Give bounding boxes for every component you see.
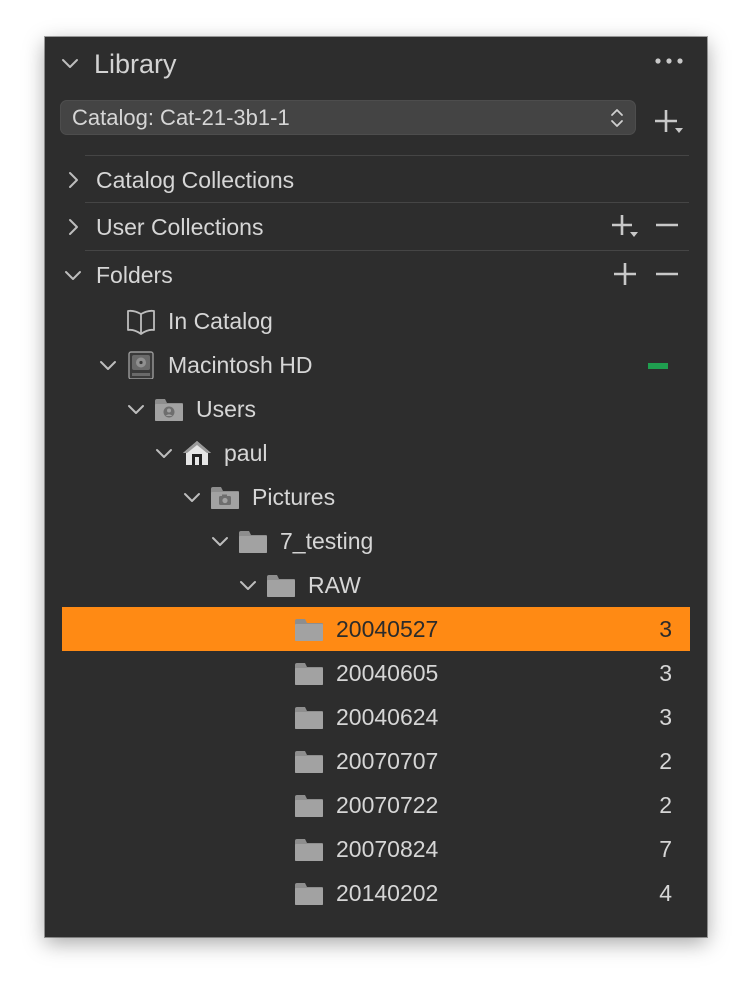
drive-status-indicator bbox=[648, 363, 668, 369]
tree-row[interactable]: 20040605 3 bbox=[62, 651, 690, 695]
folder-icon bbox=[295, 707, 323, 729]
tree-row[interactable]: 20140202 4 bbox=[62, 871, 690, 915]
folder-icon bbox=[295, 795, 323, 817]
add-collection-button[interactable] bbox=[610, 214, 640, 240]
ellipsis-icon[interactable] bbox=[653, 54, 685, 68]
tree-item-label: 20140202 bbox=[336, 880, 439, 906]
tree-item-label: 20070824 bbox=[336, 836, 439, 862]
library-panel: Library Catalog: Cat-21-3b1-1 Catalog Co… bbox=[45, 37, 707, 937]
users-folder-icon bbox=[155, 399, 183, 421]
tree-row[interactable]: 20070707 2 bbox=[62, 739, 690, 783]
chevron-down-icon[interactable] bbox=[183, 488, 201, 506]
remove-collection-button[interactable] bbox=[654, 214, 680, 240]
section-catalog-collections[interactable]: Catalog Collections bbox=[60, 157, 690, 203]
chevron-right-icon[interactable] bbox=[64, 171, 82, 189]
folder-icon bbox=[295, 883, 323, 905]
tree-row[interactable]: 20070824 7 bbox=[62, 827, 690, 871]
section-label: User Collections bbox=[96, 214, 264, 240]
image-count: 3 bbox=[659, 704, 672, 730]
tree-row[interactable]: 7_testing bbox=[62, 519, 690, 563]
chevron-down-icon[interactable] bbox=[239, 576, 257, 594]
tree-item-label: Macintosh HD bbox=[168, 352, 313, 378]
panel-title: Library bbox=[94, 49, 177, 79]
folder-tree: In Catalog Macintosh HD Users paul Pictures 7… bbox=[45, 299, 707, 939]
tree-row[interactable]: 20070722 2 bbox=[62, 783, 690, 827]
tree-row[interactable]: Pictures bbox=[62, 475, 690, 519]
tree-item-label: 20070707 bbox=[336, 748, 439, 774]
tree-row[interactable]: Macintosh HD bbox=[62, 343, 690, 387]
home-icon bbox=[183, 441, 211, 465]
image-count: 3 bbox=[659, 616, 672, 642]
image-count: 2 bbox=[659, 792, 672, 818]
tree-item-label: 20070722 bbox=[336, 792, 439, 818]
chevron-down-icon[interactable] bbox=[99, 356, 117, 374]
tree-item-label: In Catalog bbox=[168, 308, 273, 334]
chevron-down-icon[interactable] bbox=[61, 54, 79, 72]
remove-folder-button[interactable] bbox=[654, 262, 680, 288]
pictures-folder-icon bbox=[211, 487, 239, 509]
tree-item-label: 20040624 bbox=[336, 704, 439, 730]
chevron-right-icon[interactable] bbox=[64, 218, 82, 236]
image-count: 4 bbox=[659, 880, 672, 906]
add-catalog-button[interactable] bbox=[651, 107, 683, 137]
folder-icon bbox=[267, 575, 295, 597]
catalog-select[interactable]: Catalog: Cat-21-3b1-1 bbox=[60, 100, 636, 135]
folder-icon bbox=[295, 663, 323, 685]
tree-row[interactable]: In Catalog bbox=[62, 299, 690, 343]
chevron-down-icon[interactable] bbox=[211, 532, 229, 550]
image-count: 3 bbox=[659, 660, 672, 686]
folder-icon bbox=[295, 839, 323, 861]
add-folder-button[interactable] bbox=[612, 262, 638, 288]
folder-icon bbox=[295, 619, 323, 641]
tree-row[interactable]: RAW bbox=[62, 563, 690, 607]
tree-row[interactable]: 20040624 3 bbox=[62, 695, 690, 739]
section-label: Catalog Collections bbox=[96, 167, 295, 193]
catalog-select-value: Catalog: Cat-21-3b1-1 bbox=[72, 105, 290, 130]
image-count: 2 bbox=[659, 748, 672, 774]
tree-row[interactable]: Users bbox=[62, 387, 690, 431]
divider bbox=[85, 155, 689, 156]
tree-item-label: 20040605 bbox=[336, 660, 439, 686]
tree-item-label: Users bbox=[196, 396, 257, 422]
chevron-down-icon[interactable] bbox=[64, 266, 82, 284]
tree-item-label: paul bbox=[224, 440, 268, 466]
tree-item-label: 20040527 bbox=[336, 616, 439, 642]
section-user-collections[interactable]: User Collections bbox=[60, 204, 690, 250]
chevron-down-icon[interactable] bbox=[155, 444, 173, 462]
tree-item-label: 7_testing bbox=[280, 528, 374, 554]
hard-drive-icon bbox=[128, 351, 154, 379]
tree-row[interactable]: paul bbox=[62, 431, 690, 475]
folder-icon bbox=[239, 531, 267, 553]
chevron-down-icon[interactable] bbox=[127, 400, 145, 418]
folder-icon bbox=[295, 751, 323, 773]
tree-row-selected[interactable]: 20040527 3 bbox=[62, 607, 690, 651]
section-folders[interactable]: Folders bbox=[60, 252, 690, 298]
divider bbox=[85, 250, 689, 251]
book-icon bbox=[127, 309, 155, 335]
tree-item-label: Pictures bbox=[252, 484, 336, 510]
updown-arrows-icon bbox=[611, 109, 623, 127]
image-count: 7 bbox=[659, 836, 672, 862]
section-label: Folders bbox=[96, 262, 173, 288]
tree-item-label: RAW bbox=[308, 572, 361, 598]
